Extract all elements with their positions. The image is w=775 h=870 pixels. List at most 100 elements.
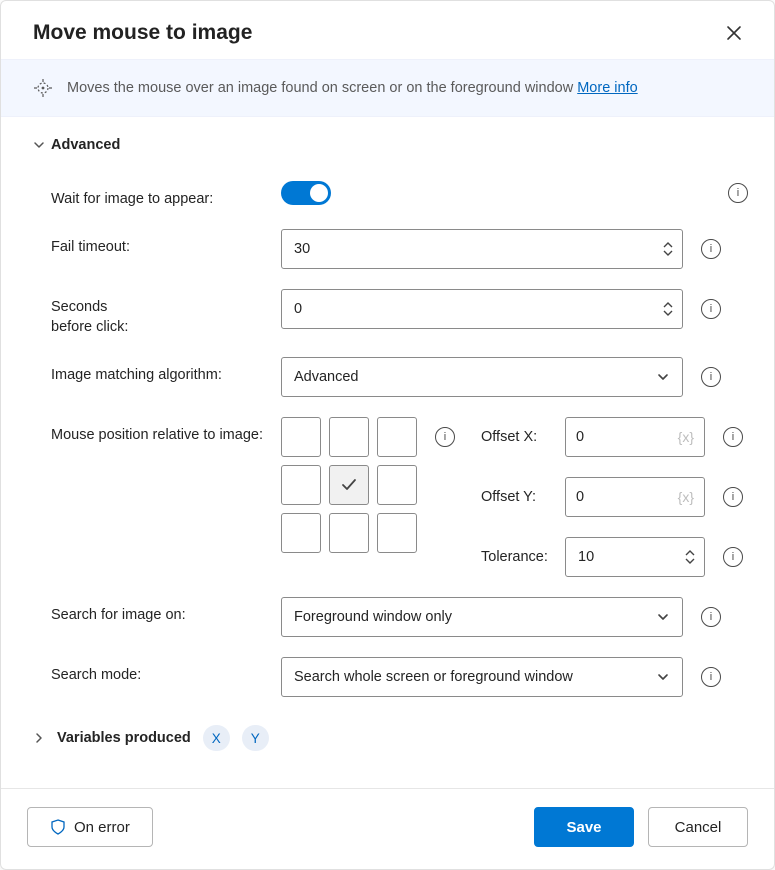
chevron-down-icon [656,670,670,684]
row-fail-timeout: Fail timeout: 30 i [33,219,748,279]
offset-x-label: Offset X: [481,429,555,445]
fail-timeout-input[interactable]: 30 [281,229,683,269]
search-mode-value: Search whole screen or foreground window [294,669,573,685]
offset-y-value: 0 [576,489,584,505]
pos-center[interactable] [329,465,369,505]
search-mode-select[interactable]: Search whole screen or foreground window [281,657,683,697]
chevron-down-icon [656,370,670,384]
position-grid [281,417,417,553]
row-offset-y: Offset Y: 0 {x} i [481,477,743,517]
algorithm-select[interactable]: Advanced [281,357,683,397]
save-button[interactable]: Save [534,807,634,847]
infobar-description: Moves the mouse over an image found on s… [67,80,577,96]
fail-timeout-value: 30 [294,241,654,257]
pos-bot-left[interactable] [281,513,321,553]
variable-placeholder-icon[interactable]: {x} [678,489,694,505]
offset-x-value: 0 [576,429,584,445]
pos-top-right[interactable] [377,417,417,457]
stepper [662,301,674,317]
tolerance-input[interactable]: 10 [565,537,705,577]
titlebar: Move mouse to image [1,1,774,59]
info-icon[interactable]: i [728,183,748,203]
algorithm-value: Advanced [294,369,359,385]
pos-top-left[interactable] [281,417,321,457]
shield-icon [50,819,66,835]
step-up-icon[interactable] [662,301,674,309]
variable-chip-y[interactable]: Y [242,725,269,751]
wait-toggle[interactable] [281,181,331,205]
seconds-before-input[interactable]: 0 [281,289,683,329]
row-seconds-before-click: Seconds before click: 0 i [33,279,748,347]
on-error-button[interactable]: On error [27,807,153,847]
chevron-down-icon [33,139,45,151]
algo-label: Image matching algorithm: [51,357,269,385]
pos-mid-left[interactable] [281,465,321,505]
target-icon [33,78,53,98]
pos-mid-right[interactable] [377,465,417,505]
content-area: Advanced Wait for image to appear: i Fai… [1,117,774,788]
close-button[interactable] [720,19,748,47]
info-icon[interactable]: i [723,427,743,447]
search-mode-label: Search mode: [51,657,269,685]
info-icon[interactable]: i [723,547,743,567]
step-down-icon[interactable] [662,249,674,257]
save-label: Save [566,819,601,836]
stepper [662,241,674,257]
dialog-title: Move mouse to image [33,21,252,45]
info-icon[interactable]: i [435,427,455,447]
info-icon[interactable]: i [701,367,721,387]
row-mouse-position: Mouse position relative to image: i [33,407,748,587]
row-search-mode: Search mode: Search whole screen or fore… [33,647,748,707]
infobar: Moves the mouse over an image found on s… [1,59,774,117]
info-icon[interactable]: i [701,299,721,319]
advanced-section-label: Advanced [51,137,120,153]
search-on-value: Foreground window only [294,609,452,625]
dialog-move-mouse-to-image: Move mouse to image Moves the mouse over… [0,0,775,870]
footer: On error Save Cancel [1,788,774,869]
offset-block: Offset X: 0 {x} i Offset Y: 0 {x} [481,417,743,577]
close-icon [726,25,742,41]
more-info-link[interactable]: More info [577,80,637,96]
cancel-button[interactable]: Cancel [648,807,748,847]
pos-bot-center[interactable] [329,513,369,553]
row-matching-algorithm: Image matching algorithm: Advanced i [33,347,748,407]
offset-x-input[interactable]: 0 {x} [565,417,705,457]
pos-bot-right[interactable] [377,513,417,553]
seconds-before-value: 0 [294,301,654,317]
row-offset-x: Offset X: 0 {x} i [481,417,743,457]
info-icon[interactable]: i [701,667,721,687]
row-wait-for-image: Wait for image to appear: i [33,171,748,219]
offset-y-input[interactable]: 0 {x} [565,477,705,517]
pos-top-center[interactable] [329,417,369,457]
row-search-on: Search for image on: Foreground window o… [33,587,748,647]
row-tolerance: Tolerance: 10 i [481,537,743,577]
step-down-icon[interactable] [662,309,674,317]
tolerance-value: 10 [578,549,676,565]
step-up-icon[interactable] [662,241,674,249]
seconds-before-label-line2: before click: [51,319,128,335]
info-icon[interactable]: i [701,239,721,259]
tolerance-label: Tolerance: [481,549,555,565]
cancel-label: Cancel [675,819,722,836]
search-on-select[interactable]: Foreground window only [281,597,683,637]
wait-label: Wait for image to appear: [51,181,269,209]
seconds-before-label-line1: Seconds [51,299,107,315]
info-icon[interactable]: i [723,487,743,507]
variables-label: Variables produced [57,730,191,746]
variables-section-toggle[interactable]: Variables produced X Y [33,725,748,751]
chevron-down-icon [656,610,670,624]
chevron-right-icon [33,732,45,744]
seconds-before-label: Seconds before click: [51,289,269,337]
toggle-knob [310,184,328,202]
step-down-icon[interactable] [684,557,696,565]
step-up-icon[interactable] [684,549,696,557]
search-on-label: Search for image on: [51,597,269,625]
pos-label: Mouse position relative to image: [51,417,269,445]
info-icon[interactable]: i [701,607,721,627]
infobar-text: Moves the mouse over an image found on s… [67,80,638,96]
variable-chip-x[interactable]: X [203,725,230,751]
advanced-section-toggle[interactable]: Advanced [33,137,748,153]
fail-timeout-label: Fail timeout: [51,229,269,257]
check-icon [340,476,358,494]
variable-placeholder-icon[interactable]: {x} [678,429,694,445]
